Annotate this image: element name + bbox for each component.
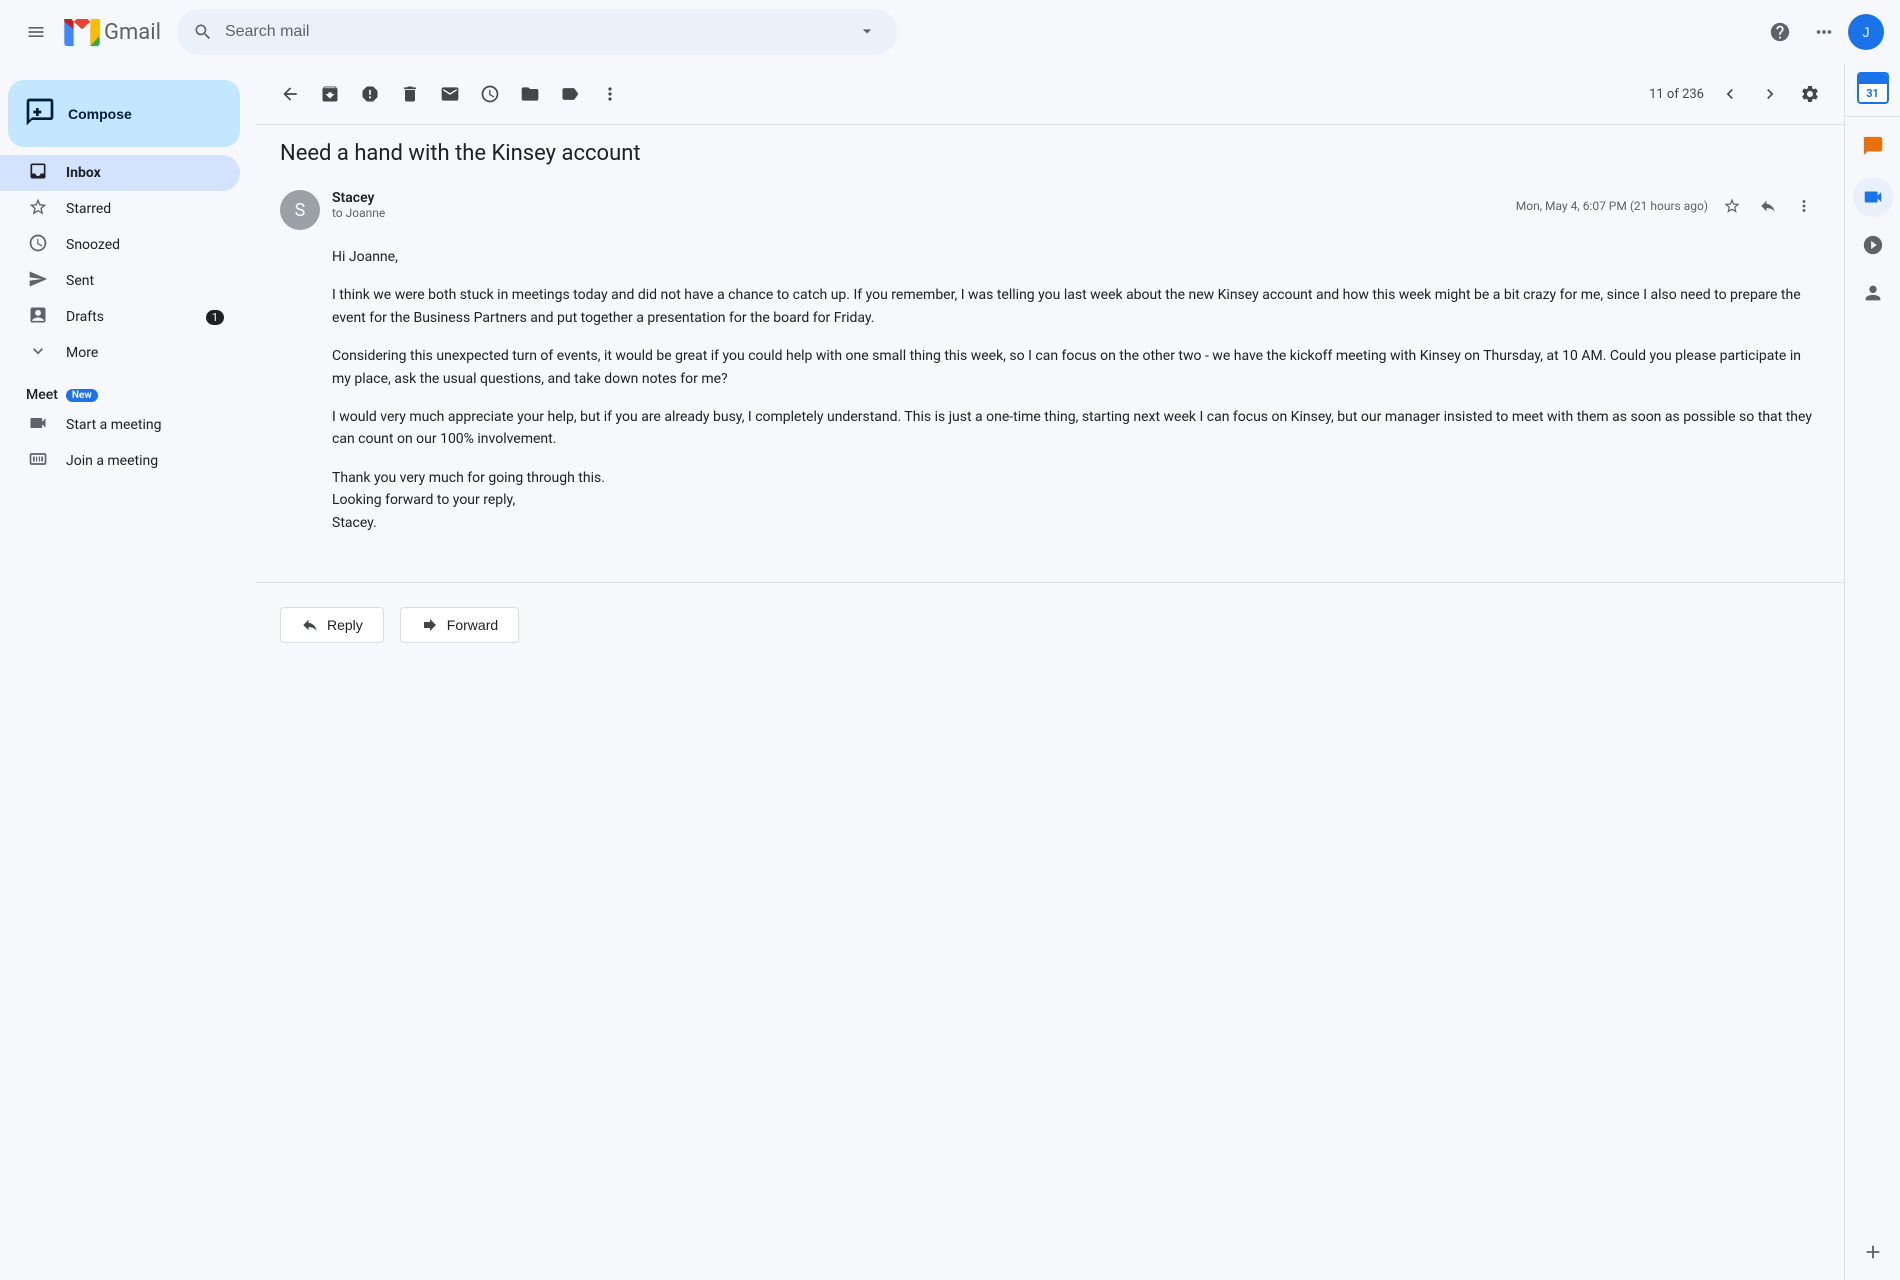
mark-unread-button[interactable]	[432, 76, 468, 112]
body-paragraph-0: Hi Joanne,	[332, 246, 1820, 268]
sidebar-item-join-meeting[interactable]: Join a meeting	[0, 443, 240, 479]
sidebar-item-start-meeting[interactable]: Start a meeting	[0, 407, 240, 443]
sidebar-item-sent[interactable]: Sent	[0, 263, 240, 299]
drafts-label: Drafts	[66, 309, 190, 325]
snoozed-label: Snoozed	[66, 237, 224, 253]
sidebar: Compose Inbox Starred	[0, 64, 256, 1280]
top-bar: Gmail J	[0, 0, 1900, 64]
reply-area: Reply Forward	[256, 582, 1844, 667]
body-paragraph-3: I would very much appreciate your help, …	[332, 406, 1820, 451]
snoozed-icon	[26, 233, 50, 258]
compose-label: Compose	[68, 106, 132, 122]
spam-button[interactable]	[352, 76, 388, 112]
calendar-top-bar	[1859, 74, 1887, 84]
compose-plus-icon	[24, 96, 56, 131]
previous-email-button[interactable]	[1712, 76, 1748, 112]
gmail-logo-text: Gmail	[104, 20, 161, 45]
more-label: More	[66, 345, 224, 361]
more-icon	[26, 341, 50, 366]
search-input[interactable]	[225, 23, 841, 41]
search-dropdown-button[interactable]	[853, 17, 881, 48]
meet-section-header: Meet New	[0, 379, 256, 407]
right-panel: 31	[1844, 64, 1900, 1280]
sidebar-item-snoozed[interactable]: Snoozed	[0, 227, 240, 263]
user-avatar-button[interactable]: J	[1848, 14, 1884, 50]
compose-button[interactable]: Compose	[8, 80, 240, 147]
meet-label: Meet	[26, 387, 58, 403]
snooze-button[interactable]	[472, 76, 508, 112]
message-actions	[1716, 190, 1820, 222]
timestamp-text: Mon, May 4, 6:07 PM (21 hours ago)	[1516, 199, 1708, 213]
settings-button[interactable]	[1792, 76, 1828, 112]
reply-message-button[interactable]	[1752, 190, 1784, 222]
message-timestamp: Mon, May 4, 6:07 PM (21 hours ago)	[1516, 190, 1820, 222]
label-button[interactable]	[552, 76, 588, 112]
sender-name: Stacey	[332, 190, 1504, 206]
archive-button[interactable]	[312, 76, 348, 112]
forward-button[interactable]: Forward	[400, 607, 519, 643]
forward-label: Forward	[447, 617, 498, 633]
more-actions-button[interactable]	[592, 76, 628, 112]
sidebar-item-more[interactable]: More	[0, 335, 240, 371]
gmail-logo: Gmail	[64, 19, 161, 46]
body-paragraph-1: I think we were both stuck in meetings t…	[332, 284, 1820, 329]
chat-button[interactable]	[1853, 129, 1893, 169]
message-header: S Stacey to Joanne Mon, May 4, 6:07 PM (…	[280, 190, 1820, 230]
next-email-button[interactable]	[1752, 76, 1788, 112]
search-bar[interactable]	[177, 9, 897, 55]
join-meeting-label: Join a meeting	[66, 453, 224, 469]
message-body: Hi Joanne, I think we were both stuck in…	[280, 246, 1820, 534]
starred-label: Starred	[66, 201, 224, 217]
calendar-day-number: 31	[1859, 84, 1887, 102]
sidebar-item-drafts[interactable]: Drafts 1	[0, 299, 240, 335]
search-icon	[193, 22, 213, 42]
sidebar-item-starred[interactable]: Starred	[0, 191, 240, 227]
move-to-button[interactable]	[512, 76, 548, 112]
body-paragraph-2: Considering this unexpected turn of even…	[332, 345, 1820, 390]
add-panel-button[interactable]	[1853, 1232, 1893, 1272]
top-right-icons: J	[1760, 12, 1884, 52]
pagination-text: 11 of 236	[1649, 87, 1704, 102]
calendar-icon[interactable]: 31	[1857, 72, 1889, 104]
back-button[interactable]	[272, 76, 308, 112]
tasks-button[interactable]	[1853, 225, 1893, 265]
email-message: S Stacey to Joanne Mon, May 4, 6:07 PM (…	[256, 174, 1844, 566]
sender-avatar: S	[280, 190, 320, 230]
start-meeting-icon	[26, 413, 50, 438]
sender-to: to Joanne	[332, 206, 1504, 220]
email-content: 11 of 236 Need a han	[256, 64, 1844, 1280]
body-paragraph-4: Thank you very much for going through th…	[332, 467, 1820, 534]
sidebar-item-inbox[interactable]: Inbox	[0, 155, 240, 191]
start-meeting-label: Start a meeting	[66, 417, 224, 433]
hamburger-menu-button[interactable]	[16, 12, 56, 52]
drafts-icon	[26, 305, 50, 330]
right-panel-divider	[1845, 116, 1900, 117]
drafts-badge: 1	[206, 310, 224, 325]
star-message-button[interactable]	[1716, 190, 1748, 222]
more-message-button[interactable]	[1788, 190, 1820, 222]
contacts-button[interactable]	[1853, 273, 1893, 313]
meet-panel-button[interactable]	[1853, 177, 1893, 217]
main-area: Compose Inbox Starred	[0, 64, 1900, 1280]
email-toolbar: 11 of 236	[256, 64, 1844, 125]
inbox-label: Inbox	[66, 165, 224, 181]
meet-new-badge: New	[66, 389, 98, 402]
app-container: Gmail J	[0, 0, 1900, 1280]
email-subject: Need a hand with the Kinsey account	[256, 125, 1844, 174]
delete-button[interactable]	[392, 76, 428, 112]
join-meeting-icon	[26, 449, 50, 474]
apps-button[interactable]	[1804, 12, 1844, 52]
help-button[interactable]	[1760, 12, 1800, 52]
starred-icon	[26, 197, 50, 222]
reply-button[interactable]: Reply	[280, 607, 384, 643]
reply-label: Reply	[327, 617, 363, 633]
sender-info: Stacey to Joanne	[332, 190, 1504, 220]
sent-icon	[26, 269, 50, 294]
inbox-icon	[26, 161, 50, 186]
sent-label: Sent	[66, 273, 224, 289]
